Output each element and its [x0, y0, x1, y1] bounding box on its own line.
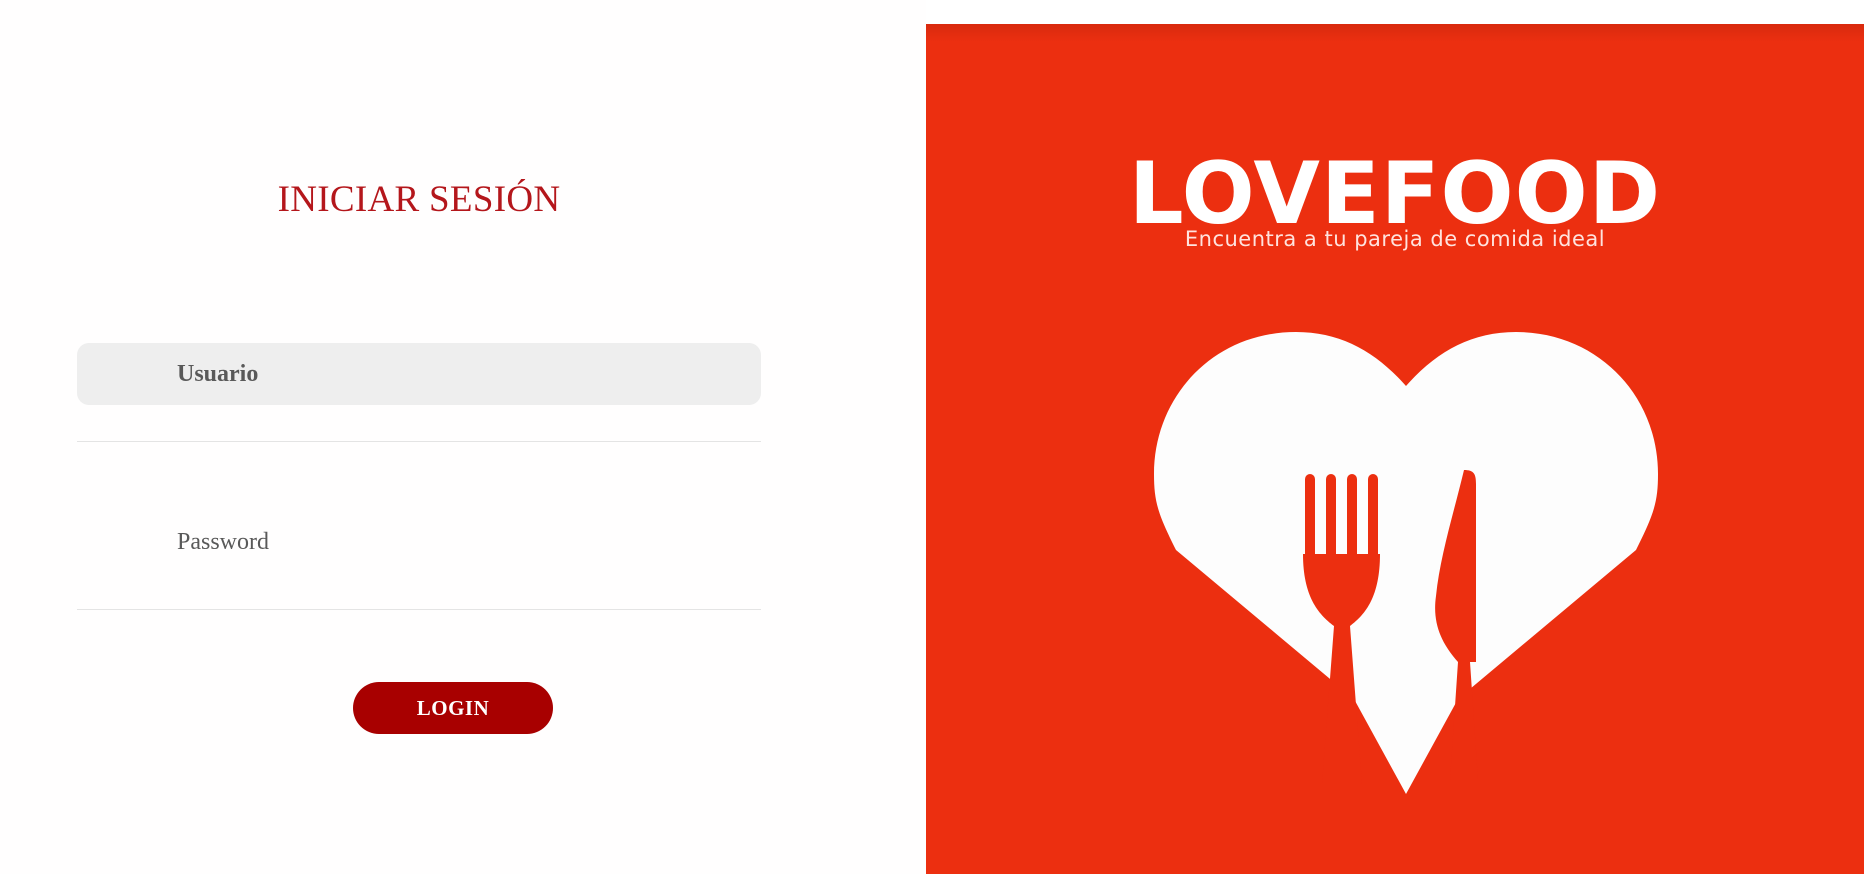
username-input[interactable] [77, 343, 761, 405]
divider [77, 441, 761, 442]
brand-panel: LOVEFOOD Encuentra a tu pareja de comida… [926, 24, 1864, 874]
login-panel: INICIAR SESIÓN LOGIN [0, 0, 926, 874]
brand-tagline: Encuentra a tu pareja de comida ideal [1184, 227, 1606, 251]
heart-fork-knife-icon [1154, 332, 1658, 794]
password-input[interactable] [77, 511, 761, 573]
divider [77, 609, 761, 610]
heart-shape [1154, 332, 1658, 794]
login-title: INICIAR SESIÓN [277, 179, 561, 220]
login-button[interactable]: LOGIN [353, 682, 553, 734]
